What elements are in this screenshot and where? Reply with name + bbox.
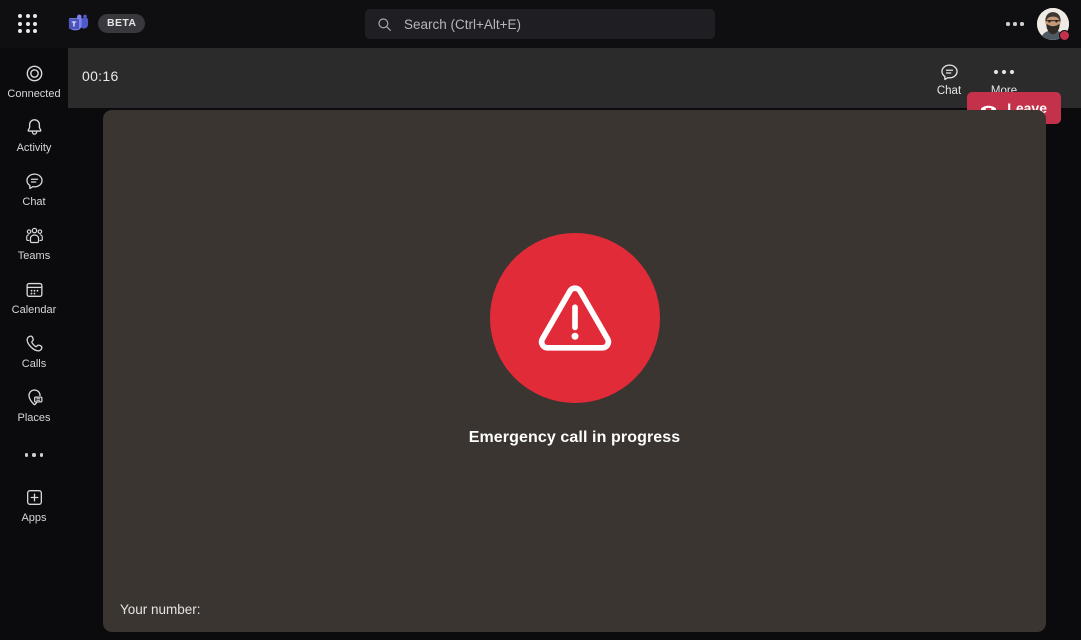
teams-logo-icon: T (68, 13, 90, 35)
chat-bubble-icon (938, 61, 960, 83)
waffle-grid-icon[interactable] (18, 14, 38, 34)
sidebar-item-label: Apps (21, 511, 47, 524)
avatar[interactable] (1037, 8, 1070, 41)
call-duration-timer: 00:16 (82, 68, 119, 84)
calendar-icon (23, 279, 45, 301)
beta-badge: BETA (98, 14, 146, 33)
sidebar-item-connected[interactable]: Connected (0, 54, 68, 108)
left-navigation-rail: Connected Activity Chat Teams Calendar C… (0, 48, 68, 640)
sidebar-item-chat[interactable]: Chat (0, 162, 68, 216)
warning-triangle-icon (489, 233, 660, 403)
chat-bubble-icon (23, 171, 45, 193)
search-placeholder: Search (Ctrl+Alt+E) (404, 16, 522, 32)
teams-people-icon (23, 225, 45, 247)
connected-ring-icon (23, 63, 45, 85)
call-toolbar: 00:16 Chat More Leave (68, 48, 1081, 124)
bell-icon (23, 117, 45, 139)
sidebar-item-label: Calls (21, 357, 47, 370)
title-bar: T BETA Search (Ctrl+Alt+E) (0, 0, 1081, 48)
sidebar-item-activity[interactable]: Activity (0, 108, 68, 162)
search-input[interactable]: Search (Ctrl+Alt+E) (365, 9, 715, 39)
sidebar-item-label: Teams (17, 249, 51, 262)
emergency-call-status: Emergency call in progress (103, 110, 1046, 570)
places-pin-icon (23, 387, 45, 409)
sidebar-more-button[interactable] (0, 432, 68, 478)
call-chat-label: Chat (936, 85, 962, 97)
svg-text:T: T (72, 19, 77, 28)
call-stage: Emergency call in progress Your number: (103, 110, 1046, 632)
search-icon (377, 17, 392, 32)
sidebar-item-label: Calendar (11, 303, 57, 316)
sidebar-item-calendar[interactable]: Calendar (0, 270, 68, 324)
sidebar-item-places[interactable]: Places (0, 378, 68, 432)
sidebar-item-label: Chat (22, 195, 46, 208)
apps-plus-icon (23, 487, 45, 509)
titlebar-more-button[interactable] (1003, 15, 1027, 33)
sidebar-item-label: Activity (16, 141, 52, 154)
sidebar-item-label: Connected (7, 87, 61, 100)
status-badge (1059, 30, 1070, 41)
your-number-label: Your number: (120, 602, 201, 617)
ellipsis-icon (993, 61, 1015, 83)
phone-icon (23, 333, 45, 355)
sidebar-item-calls[interactable]: Calls (0, 324, 68, 378)
emergency-call-title: Emergency call in progress (468, 429, 681, 446)
sidebar-item-teams[interactable]: Teams (0, 216, 68, 270)
sidebar-item-label: Places (17, 411, 51, 424)
sidebar-item-apps[interactable]: Apps (0, 478, 68, 532)
teams-app-window: T BETA Search (Ctrl+Alt+E) Connected Act… (0, 0, 1081, 640)
